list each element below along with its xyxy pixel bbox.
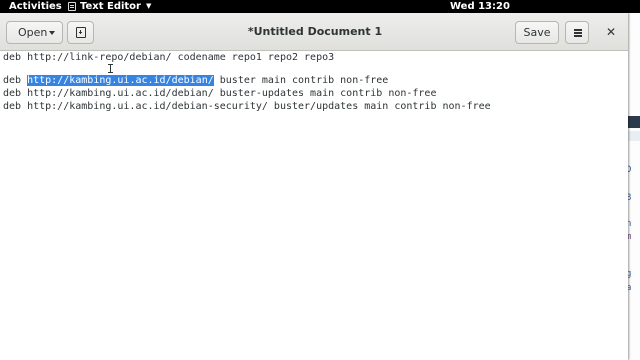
save-button[interactable]: Save	[515, 21, 559, 44]
text-editor-icon	[68, 2, 76, 11]
text-editor-window: Open *Untitled Document 1 Save ✕ deb htt…	[0, 13, 628, 360]
close-icon[interactable]: ✕	[603, 21, 619, 44]
header-bar: Open *Untitled Document 1 Save ✕	[0, 13, 628, 51]
text-line-2-suffix: buster main contrib non-free	[213, 75, 389, 86]
new-document-button[interactable]	[67, 21, 94, 44]
clock[interactable]: Wed 13:20	[450, 0, 510, 13]
caret-down-icon: ▼	[146, 2, 152, 10]
open-button-label: Open	[18, 26, 48, 39]
top-bar: Activities Text Editor ▼ Wed 13:20	[0, 0, 640, 13]
window-title: *Untitled Document 1	[247, 25, 383, 38]
activities-button[interactable]: Activities	[9, 0, 62, 13]
hamburger-menu-icon	[574, 29, 582, 37]
text-editing-area[interactable]: deb http://link-repo/debian/ codename re…	[0, 51, 628, 360]
text-line-2-prefix: deb	[3, 75, 28, 86]
selected-text: http://kambing.ui.ac.id/debian/	[27, 75, 214, 86]
app-name: Text Editor	[80, 1, 141, 12]
ibeam-cursor-icon	[108, 64, 113, 73]
text-line-1: deb http://link-repo/debian/ codename re…	[3, 52, 335, 63]
open-button[interactable]: Open	[6, 21, 63, 44]
new-document-icon	[76, 27, 86, 38]
text-line-4: deb http://kambing.ui.ac.id/debian-secur…	[3, 101, 491, 112]
caret-down-icon	[49, 31, 55, 35]
menu-button[interactable]	[565, 21, 589, 44]
text-line-3: deb http://kambing.ui.ac.id/debian/ bust…	[3, 88, 437, 99]
text-line-2: deb http://kambing.ui.ac.id/debian/ bust…	[3, 74, 388, 87]
app-menu[interactable]: Text Editor ▼	[68, 0, 151, 13]
